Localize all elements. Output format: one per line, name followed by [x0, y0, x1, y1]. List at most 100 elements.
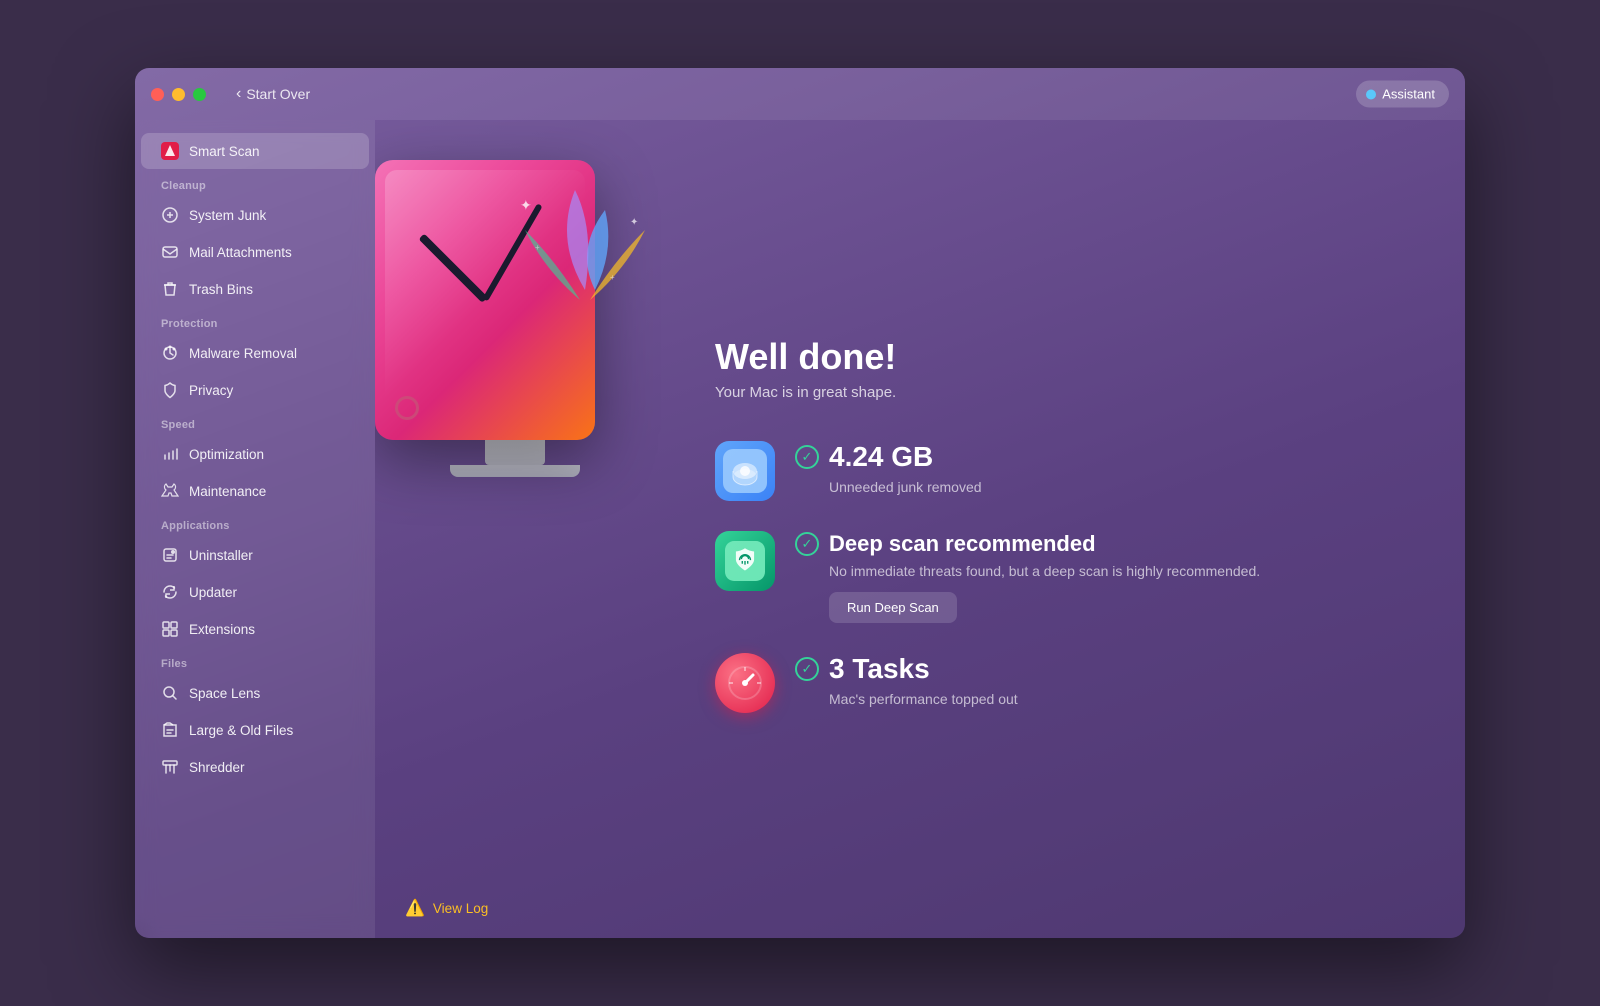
sidebar-section-protection: Protection: [135, 308, 375, 334]
back-button[interactable]: ‹ Start Over: [236, 85, 310, 103]
illustration-area: ✦ ✦ + +: [375, 130, 665, 650]
deep-scan-title: Deep scan recommended: [829, 531, 1096, 557]
junk-amount: 4.24 GB: [829, 441, 933, 473]
junk-result-info: ✓ 4.24 GB Unneeded junk removed: [795, 441, 1405, 498]
svg-text:✦: ✦: [520, 197, 532, 213]
sidebar-item-system-junk[interactable]: System Junk: [141, 197, 369, 233]
maintenance-icon: [161, 482, 179, 500]
sidebar-item-optimization[interactable]: Optimization: [141, 436, 369, 472]
minimize-button[interactable]: [172, 88, 185, 101]
sidebar-item-malware-removal-label: Malware Removal: [189, 346, 297, 361]
smart-scan-icon: [161, 142, 179, 160]
sidebar-item-uninstaller[interactable]: Uninstaller: [141, 537, 369, 573]
disk-icon: [723, 449, 767, 493]
hour-hand: [419, 234, 488, 303]
result-card-tasks: ✓ 3 Tasks Mac's performance topped out: [715, 653, 1405, 713]
warning-icon: ⚠️: [405, 898, 425, 918]
mac-stand: [485, 440, 545, 465]
well-done-heading: Well done!: [715, 336, 1405, 378]
sidebar-item-updater-label: Updater: [189, 585, 237, 600]
tasks-subtitle: Mac's performance topped out: [829, 689, 1405, 710]
gauge-icon: [725, 663, 765, 703]
deep-scan-title-row: ✓ Deep scan recommended: [795, 531, 1405, 557]
traffic-lights: [151, 88, 206, 101]
sidebar-section-speed: Speed: [135, 409, 375, 435]
sidebar-item-privacy-label: Privacy: [189, 383, 233, 398]
updater-icon: [161, 583, 179, 601]
right-panel: ✦ ✦ + + Well done! Your Mac is in great …: [375, 120, 1465, 938]
trash-bins-icon: [161, 280, 179, 298]
sidebar-item-shredder[interactable]: Shredder: [141, 749, 369, 785]
tasks-check-icon: ✓: [795, 657, 819, 681]
sidebar-item-uninstaller-label: Uninstaller: [189, 548, 253, 563]
gauge-icon-wrap: [715, 653, 775, 713]
sidebar-item-space-lens-label: Space Lens: [189, 686, 260, 701]
mail-attachments-icon: [161, 243, 179, 261]
sidebar-item-maintenance[interactable]: Maintenance: [141, 473, 369, 509]
sidebar-item-mail-attachments[interactable]: Mail Attachments: [141, 234, 369, 270]
extensions-icon: [161, 620, 179, 638]
assistant-button[interactable]: Assistant: [1356, 81, 1449, 108]
privacy-icon: [161, 381, 179, 399]
uninstaller-icon: [161, 546, 179, 564]
assistant-label: Assistant: [1382, 87, 1435, 102]
run-deep-scan-button[interactable]: Run Deep Scan: [829, 592, 957, 623]
tasks-title-row: ✓ 3 Tasks: [795, 653, 1405, 685]
sidebar-section-files: Files: [135, 648, 375, 674]
space-lens-icon: [161, 684, 179, 702]
junk-subtitle: Unneeded junk removed: [829, 477, 1405, 498]
screen-decoration: [395, 396, 419, 420]
back-button-label: Start Over: [246, 86, 310, 102]
sidebar-item-updater[interactable]: Updater: [141, 574, 369, 610]
sidebar-item-malware-removal[interactable]: Malware Removal: [141, 335, 369, 371]
sidebar-item-extensions-label: Extensions: [189, 622, 255, 637]
shredder-icon: [161, 758, 179, 776]
sidebar-item-smart-scan-label: Smart Scan: [189, 144, 260, 159]
sidebar-section-cleanup: Cleanup: [135, 170, 375, 196]
assistant-dot-icon: [1366, 89, 1376, 99]
deep-scan-check-icon: ✓: [795, 532, 819, 556]
sidebar-item-mail-attachments-label: Mail Attachments: [189, 245, 292, 260]
junk-check-icon: ✓: [795, 445, 819, 469]
close-button[interactable]: [151, 88, 164, 101]
maximize-button[interactable]: [193, 88, 206, 101]
sidebar-item-large-old-files-label: Large & Old Files: [189, 723, 293, 738]
tasks-result-info: ✓ 3 Tasks Mac's performance topped out: [795, 653, 1405, 710]
title-bar: ‹ Start Over Assistant: [135, 68, 1465, 120]
sidebar-item-system-junk-label: System Junk: [189, 208, 266, 223]
result-card-junk: ✓ 4.24 GB Unneeded junk removed: [715, 441, 1405, 501]
subtitle-text: Your Mac is in great shape.: [715, 384, 1405, 401]
junk-title-row: ✓ 4.24 GB: [795, 441, 1405, 473]
sidebar-section-applications: Applications: [135, 510, 375, 536]
deep-scan-result-info: ✓ Deep scan recommended No immediate thr…: [795, 531, 1405, 623]
mac-base: [450, 465, 580, 477]
sidebar-item-space-lens[interactable]: Space Lens: [141, 675, 369, 711]
app-window: ‹ Start Over Assistant Smart Scan Cle: [135, 68, 1465, 938]
sidebar-item-optimization-label: Optimization: [189, 447, 264, 462]
sidebar-item-trash-bins-label: Trash Bins: [189, 282, 253, 297]
shield-icon: [725, 541, 765, 581]
sidebar-item-extensions[interactable]: Extensions: [141, 611, 369, 647]
sidebar: Smart Scan Cleanup System Junk: [135, 120, 375, 938]
deep-scan-subtitle: No immediate threats found, but a deep s…: [829, 561, 1405, 582]
system-junk-icon: [161, 206, 179, 224]
sidebar-item-trash-bins[interactable]: Trash Bins: [141, 271, 369, 307]
sidebar-item-large-old-files[interactable]: Large & Old Files: [141, 712, 369, 748]
svg-text:✦: ✦: [630, 217, 638, 228]
result-card-deep-scan: ✓ Deep scan recommended No immediate thr…: [715, 531, 1405, 623]
malware-removal-icon: [161, 344, 179, 362]
svg-text:+: +: [610, 273, 615, 282]
view-log-label: View Log: [433, 901, 488, 916]
plant-decoration: ✦ ✦ + +: [515, 170, 645, 320]
sidebar-item-shredder-label: Shredder: [189, 760, 245, 775]
view-log-button[interactable]: ⚠️ View Log: [405, 898, 488, 918]
optimization-icon: [161, 445, 179, 463]
shield-icon-wrap: [715, 531, 775, 591]
sidebar-item-smart-scan[interactable]: Smart Scan: [141, 133, 369, 169]
large-old-files-icon: [161, 721, 179, 739]
sidebar-item-maintenance-label: Maintenance: [189, 484, 266, 499]
svg-text:+: +: [535, 243, 540, 252]
tasks-count: 3 Tasks: [829, 653, 930, 685]
back-arrow-icon: ‹: [236, 85, 241, 103]
sidebar-item-privacy[interactable]: Privacy: [141, 372, 369, 408]
